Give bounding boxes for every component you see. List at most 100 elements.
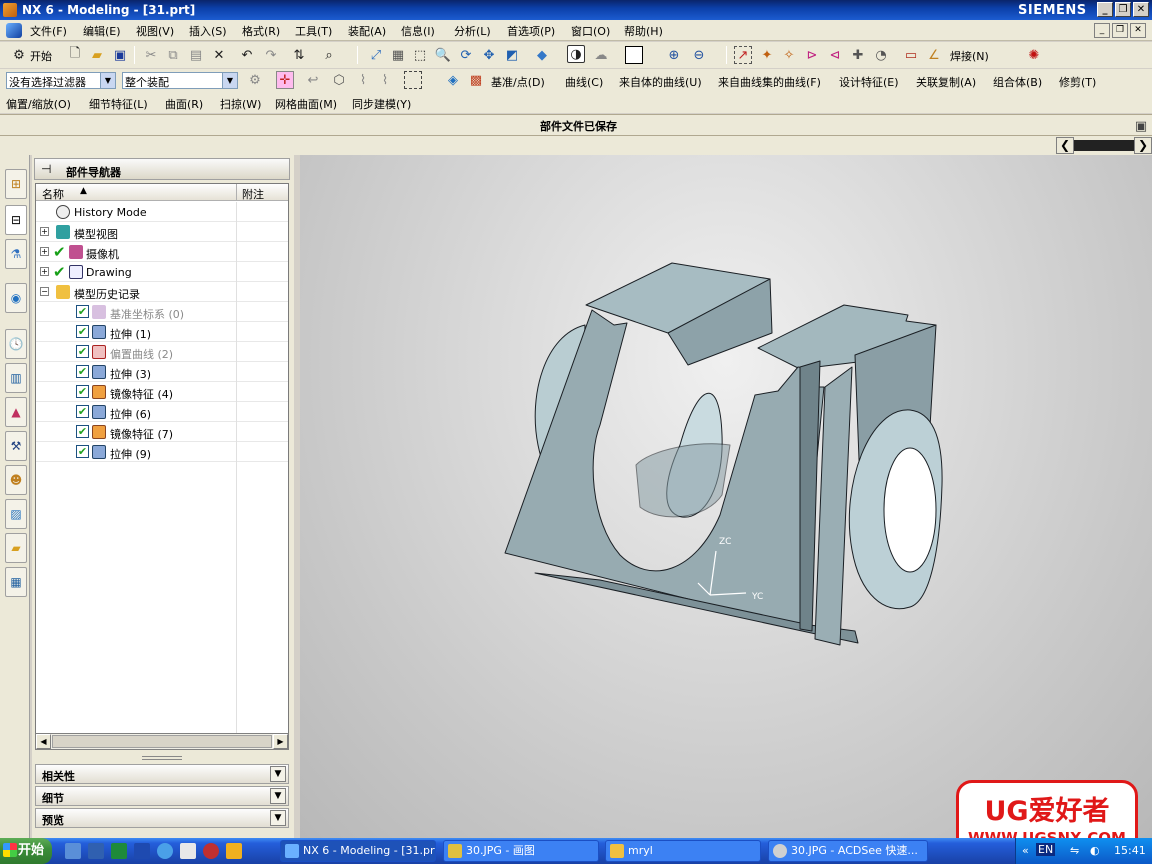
expand-icon[interactable]: + bbox=[40, 227, 49, 236]
checkbox[interactable]: ✔ bbox=[76, 305, 89, 318]
tree-horizontal-scrollbar[interactable]: ◀ ▶ bbox=[35, 733, 289, 750]
collapse-icon[interactable]: − bbox=[40, 287, 49, 296]
preview-section[interactable]: 预览 ▼ bbox=[35, 808, 289, 828]
snap-view-icon[interactable]: ⊕ bbox=[665, 46, 683, 64]
tree-row-mirror-7[interactable]: ✔ 镜像特征 (7) bbox=[36, 422, 288, 442]
menu-sweep[interactable]: 扫掠(W) bbox=[220, 96, 261, 112]
feature-edge-icon[interactable]: ⌇ bbox=[376, 71, 394, 89]
delete-icon[interactable]: ✕ bbox=[210, 46, 228, 64]
select-icon[interactable]: ↗ bbox=[734, 46, 752, 64]
quicklaunch-word-icon[interactable] bbox=[134, 843, 150, 859]
system-scenes-tab[interactable]: ▨ bbox=[5, 499, 27, 529]
menu-preferences[interactable]: 首选项(P) bbox=[507, 23, 555, 39]
menu-format[interactable]: 格式(R) bbox=[242, 23, 280, 39]
intersection-snap-icon[interactable]: ✚ bbox=[849, 46, 867, 64]
selection-scope-dropdown[interactable]: 整个装配 ▼ bbox=[122, 72, 238, 89]
tree-row-cameras[interactable]: + ✔ 摄像机 bbox=[36, 242, 288, 262]
checkbox[interactable]: ✔ bbox=[76, 385, 89, 398]
endpoint-snap-icon[interactable]: ✧ bbox=[780, 46, 798, 64]
nx-app-icon[interactable] bbox=[3, 3, 17, 17]
cut-icon[interactable]: ✂ bbox=[142, 46, 160, 64]
menu-datum-point[interactable]: 基准/点(D) bbox=[491, 74, 545, 90]
open-folder-icon[interactable]: ▰ bbox=[88, 46, 106, 64]
sketch-icon[interactable]: ▩ bbox=[467, 71, 485, 89]
quicklaunch-publisher-icon[interactable] bbox=[180, 843, 196, 859]
orient-view-icon[interactable]: ◆ bbox=[533, 46, 551, 64]
tree-row-extrude-6[interactable]: ✔ 拉伸 (6) bbox=[36, 402, 288, 422]
fit-view-icon[interactable]: ⤢ bbox=[367, 46, 385, 64]
menu-combine[interactable]: 组合体(B) bbox=[993, 74, 1042, 90]
copy-icon[interactable]: ⧉ bbox=[164, 46, 182, 64]
manufacturing-wizards-tab[interactable]: ⚒ bbox=[5, 431, 27, 461]
network-icon[interactable]: ⇋ bbox=[1070, 844, 1079, 857]
menu-info[interactable]: 信息(I) bbox=[401, 23, 435, 39]
menu-curve-from-curves[interactable]: 来自曲线集的曲线(F) bbox=[718, 74, 821, 90]
expand-icon[interactable]: + bbox=[40, 247, 49, 256]
control-point-snap-icon[interactable]: ⊲ bbox=[826, 46, 844, 64]
repeat-command-icon[interactable]: ⇅ bbox=[290, 46, 308, 64]
zoom-window-icon[interactable]: ▦ bbox=[389, 46, 407, 64]
checkbox[interactable]: ✔ bbox=[76, 325, 89, 338]
doc-close-button[interactable]: ✕ bbox=[1130, 23, 1146, 38]
deselect-icon[interactable]: ↩ bbox=[304, 71, 322, 89]
menu-offset-scale[interactable]: 偏置/缩放(O) bbox=[6, 96, 71, 112]
column-note-header[interactable]: 附注 bbox=[242, 186, 264, 202]
menu-synchronous-modeling[interactable]: 同步建模(Y) bbox=[352, 96, 411, 112]
part-navigator-tab[interactable]: ⊟ bbox=[5, 205, 27, 235]
quicklaunch-ie-icon[interactable] bbox=[65, 843, 81, 859]
menu-window[interactable]: 窗口(O) bbox=[571, 23, 610, 39]
menu-view[interactable]: 视图(V) bbox=[136, 23, 174, 39]
language-indicator[interactable]: EN bbox=[1036, 843, 1056, 856]
roles-tab[interactable]: ☻ bbox=[5, 465, 27, 495]
palette-tab[interactable]: ▦ bbox=[5, 567, 27, 597]
start-button[interactable]: 开始 bbox=[0, 838, 52, 864]
nx-menu-icon[interactable] bbox=[6, 23, 22, 38]
folder-tab[interactable]: ▰ bbox=[5, 533, 27, 563]
task-acdsee[interactable]: 30.JPG - ACDSee 快速... bbox=[768, 840, 928, 862]
zoom-region-icon[interactable]: ⬚ bbox=[411, 46, 429, 64]
graphics-window[interactable]: ZC YC bbox=[300, 155, 1152, 838]
scroll-left-icon[interactable]: ◀ bbox=[36, 734, 51, 749]
tree-row-drawing[interactable]: + ✔ Drawing bbox=[36, 262, 288, 282]
menu-curve[interactable]: 曲线(C) bbox=[565, 74, 603, 90]
perspective-icon[interactable]: ◩ bbox=[503, 46, 521, 64]
menu-help[interactable]: 帮助(H) bbox=[624, 23, 663, 39]
speaker-icon[interactable]: ◐ bbox=[1090, 844, 1100, 857]
menu-detail-feature[interactable]: 细节特征(L) bbox=[89, 96, 148, 112]
curve-rule-icon[interactable]: ⌇ bbox=[354, 71, 372, 89]
chevron-down-icon[interactable]: ▼ bbox=[270, 788, 286, 804]
quicklaunch-media-icon[interactable] bbox=[203, 843, 219, 859]
tree-row-model-views[interactable]: + 模型视图 bbox=[36, 222, 288, 242]
quicklaunch-calc-icon[interactable] bbox=[88, 843, 104, 859]
save-icon[interactable]: ▣ bbox=[111, 46, 129, 64]
general-selection-icon[interactable]: ⚙ bbox=[246, 71, 264, 89]
doc-restore-button[interactable]: ❐ bbox=[1112, 23, 1128, 38]
menu-assembly[interactable]: 装配(A) bbox=[348, 23, 386, 39]
tree-row-history-mode[interactable]: History Mode bbox=[36, 202, 288, 222]
measure-distance-icon[interactable]: ▭ bbox=[902, 46, 920, 64]
pin-icon[interactable]: ⊣ bbox=[41, 162, 51, 176]
tree-row-extrude-9[interactable]: ✔ 拉伸 (9) bbox=[36, 442, 288, 462]
render-style-icon[interactable]: ◑ bbox=[567, 45, 585, 63]
snap-face-icon[interactable]: ⬡ bbox=[330, 71, 348, 89]
tree-row-extrude-1[interactable]: ✔ 拉伸 (1) bbox=[36, 322, 288, 342]
rectangle-select-icon[interactable] bbox=[404, 71, 422, 89]
checkbox[interactable]: ✔ bbox=[76, 365, 89, 378]
restore-button[interactable]: ❐ bbox=[1115, 2, 1131, 17]
start-icon[interactable]: ⚙ bbox=[10, 46, 28, 64]
doc-minimize-button[interactable]: _ bbox=[1094, 23, 1110, 38]
menu-curve-from-body[interactable]: 来自体的曲线(U) bbox=[619, 74, 702, 90]
measure-angle-icon[interactable]: ∠ bbox=[925, 46, 943, 64]
menu-surface[interactable]: 曲面(R) bbox=[165, 96, 203, 112]
weld-menu[interactable]: 焊接(N) bbox=[950, 48, 989, 64]
column-divider[interactable] bbox=[236, 184, 237, 200]
status-toggle-icon[interactable]: ▣ bbox=[1132, 117, 1150, 135]
checkbox[interactable]: ✔ bbox=[76, 345, 89, 358]
view-section-icon[interactable]: ⊖ bbox=[690, 46, 708, 64]
menu-insert[interactable]: 插入(S) bbox=[189, 23, 227, 39]
menu-tools[interactable]: 工具(T) bbox=[295, 23, 332, 39]
menu-design-feature[interactable]: 设计特征(E) bbox=[839, 74, 899, 90]
menu-analysis[interactable]: 分析(L) bbox=[454, 23, 491, 39]
zoom-icon[interactable]: 🔍 bbox=[434, 46, 452, 64]
menu-trim[interactable]: 修剪(T) bbox=[1059, 74, 1096, 90]
